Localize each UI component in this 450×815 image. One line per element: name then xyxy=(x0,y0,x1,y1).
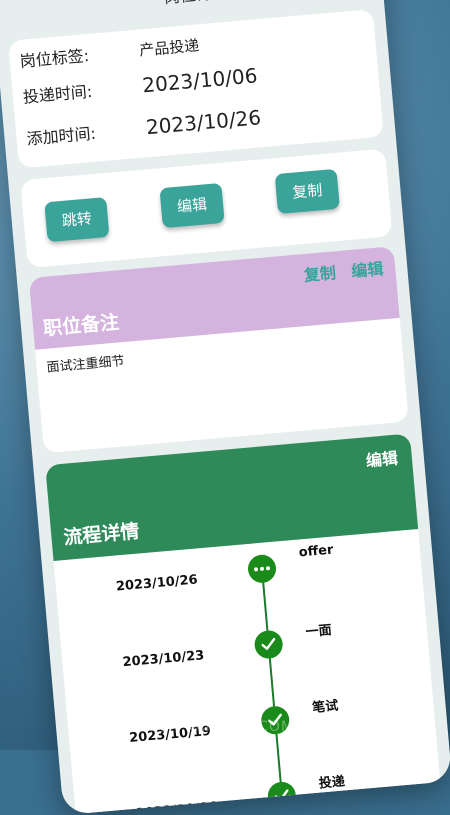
tag-label: 岗位标签: xyxy=(19,38,141,72)
watermark: 康曼门 • KANGZM.COM xyxy=(120,716,294,736)
note-edit-button[interactable]: 编辑 xyxy=(351,259,385,281)
flow-header: 编辑 流程详情 xyxy=(45,433,418,561)
note-copy-button[interactable]: 复制 xyxy=(303,263,337,285)
check-icon xyxy=(267,781,297,811)
job-info-card: 岗位标签: 产品投递 投递时间: 2023/10/06 添加时间: 2023/1… xyxy=(8,9,384,168)
step-date: 2023/10/26 xyxy=(115,572,198,594)
flow-card: 编辑 流程详情 2023/10/26 offer 2023/10/23 一面 2… xyxy=(45,433,443,815)
note-content: 面试注重细节 xyxy=(46,350,125,376)
timeline-line xyxy=(261,569,283,798)
flow-title: 流程详情 xyxy=(62,516,140,550)
note-card: 复制 编辑 职位备注 面试注重细节 xyxy=(29,246,409,453)
submit-time-label: 投递时间: xyxy=(22,73,144,107)
check-icon xyxy=(253,629,283,659)
step-name: offer xyxy=(298,543,334,561)
step-name: 笔试 xyxy=(311,695,339,716)
copy-button[interactable]: 复制 xyxy=(275,169,340,214)
phone-screen: 岗位详 岗位标签: 产品投递 投递时间: 2023/10/06 添加时间: 20… xyxy=(0,0,450,815)
step-date: 2023/10/23 xyxy=(122,648,205,670)
add-time-value: 2023/10/26 xyxy=(145,105,262,139)
add-time-label: 添加时间: xyxy=(25,115,147,149)
tag-value: 产品投递 xyxy=(138,34,200,60)
step-date: 2023/10/06 xyxy=(135,800,218,815)
step-name: 投递 xyxy=(318,770,346,791)
add-time-row: 添加时间: 2023/10/26 xyxy=(25,96,372,150)
submit-time-value: 2023/10/06 xyxy=(141,63,258,97)
jump-button[interactable]: 跳转 xyxy=(44,197,109,242)
more-dots-icon xyxy=(247,554,277,584)
note-actions: 复制 编辑 xyxy=(293,255,384,287)
flow-edit-button[interactable]: 编辑 xyxy=(365,445,399,472)
edit-button[interactable]: 编辑 xyxy=(159,183,224,228)
note-title: 职位备注 xyxy=(42,307,120,341)
step-name: 一面 xyxy=(305,619,333,640)
